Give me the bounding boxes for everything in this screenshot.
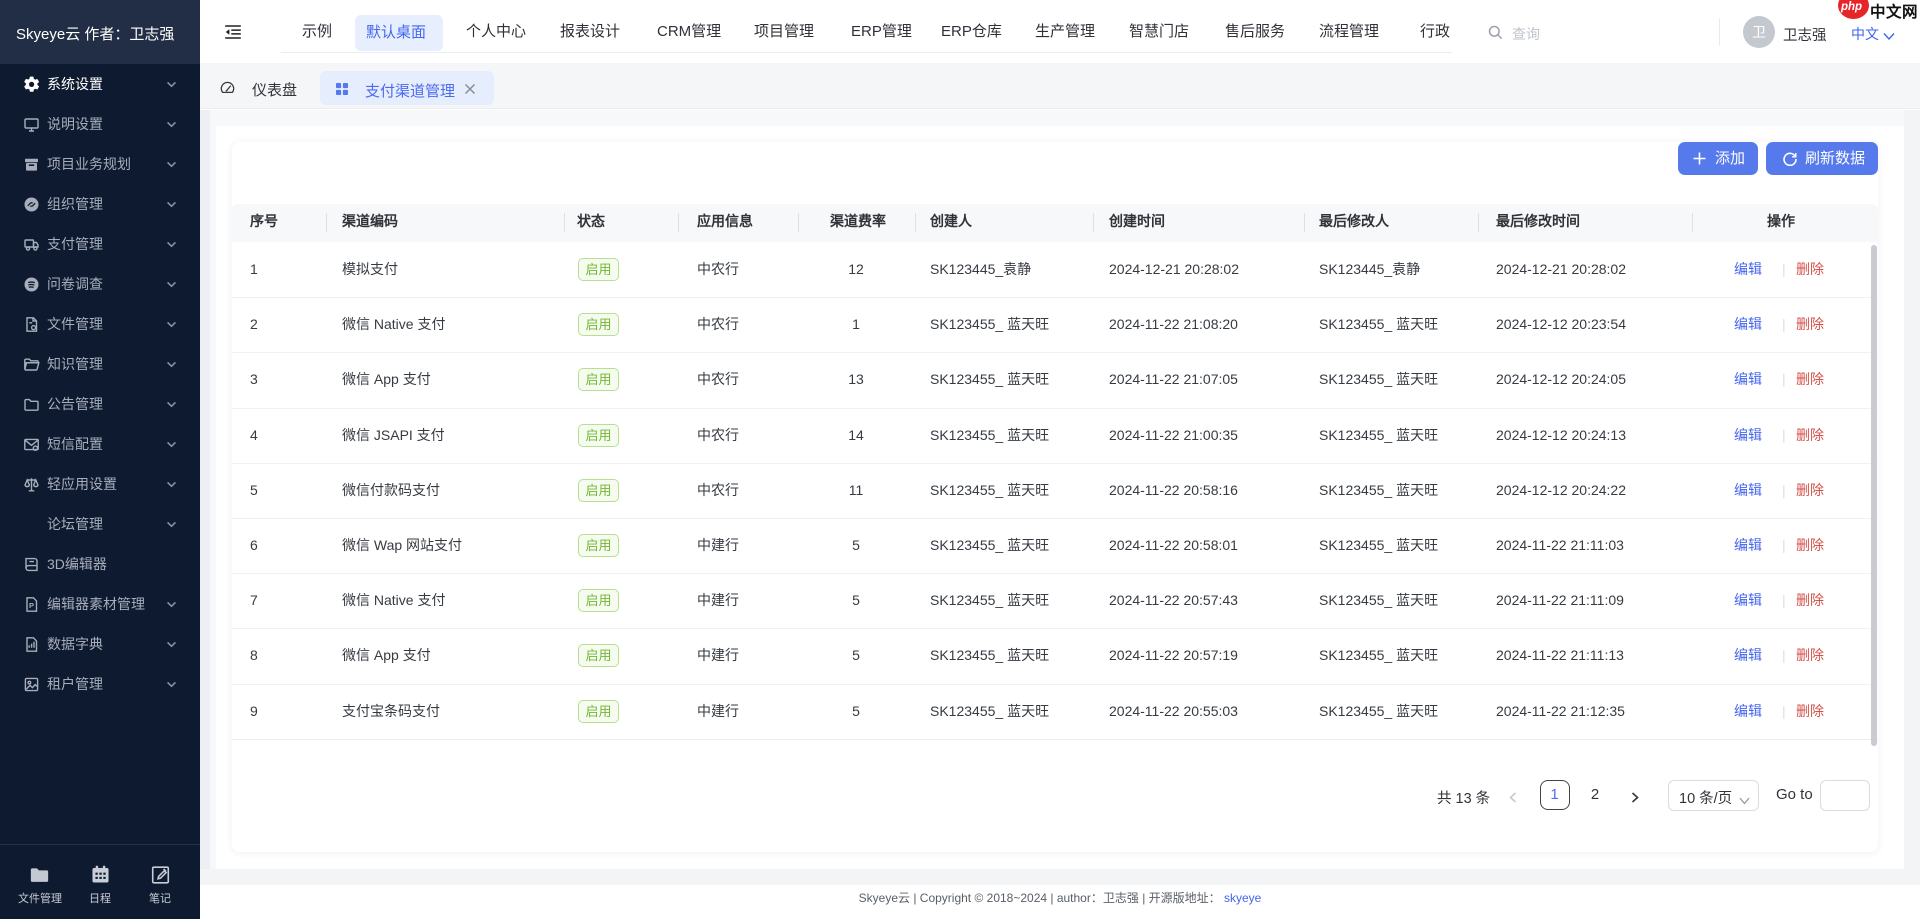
svg-text:P: P (29, 601, 34, 610)
